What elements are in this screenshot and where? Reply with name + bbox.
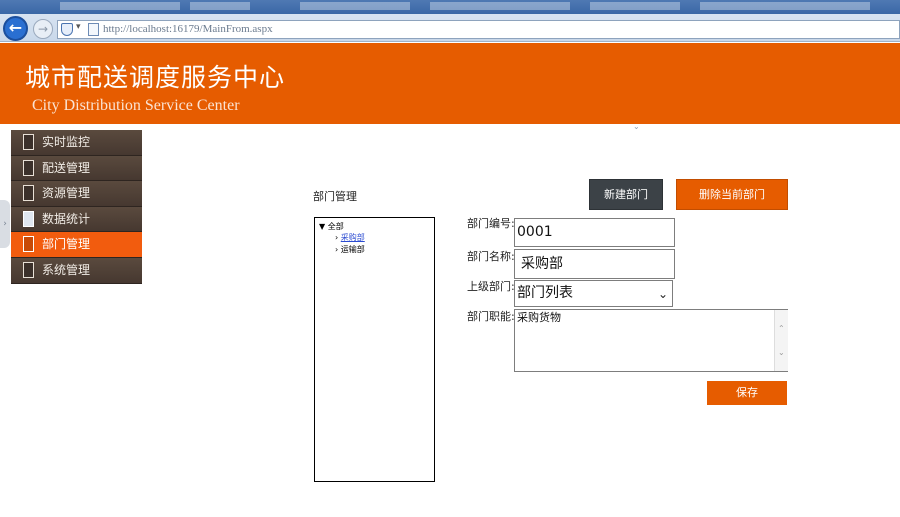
department-duty-label: 部门职能:	[467, 310, 515, 323]
parent-department-select[interactable]: 部门列表 ⌄	[514, 280, 673, 307]
department-name-label: 部门名称:	[467, 250, 515, 263]
tree-node-label[interactable]: 运输部	[341, 245, 365, 254]
page-icon	[88, 23, 99, 36]
tree-collapsed-icon[interactable]: ›	[335, 245, 338, 254]
statistics-icon	[23, 210, 34, 227]
department-duty-textarea[interactable]: 采购货物 ⌃ ⌄	[514, 309, 788, 372]
chevron-down-icon[interactable]: ▾	[76, 22, 81, 32]
sidebar-item-label: 系统管理	[42, 262, 91, 277]
department-tree: ▼ 全部 › 采购部 › 运输部	[314, 217, 435, 482]
sidebar-item-resource[interactable]: 资源管理	[11, 181, 142, 207]
delivery-icon	[23, 159, 34, 176]
sidebar-item-label: 部门管理	[42, 237, 91, 252]
address-bar[interactable]: ▾ http://localhost:16179/MainFrom.aspx	[57, 20, 900, 39]
tree-node-label[interactable]: 全部	[328, 222, 344, 231]
tree-node-purchasing[interactable]: › 采购部	[335, 232, 365, 243]
save-button[interactable]: 保存	[707, 381, 787, 405]
back-arrow-icon[interactable]: ←	[3, 16, 28, 41]
url-text[interactable]: http://localhost:16179/MainFrom.aspx	[103, 23, 273, 35]
scroll-up-icon[interactable]: ⌃	[778, 322, 785, 335]
shield-icon	[61, 23, 73, 36]
scroll-down-icon[interactable]: ⌄	[778, 346, 785, 359]
department-code-input[interactable]: 0001	[514, 218, 675, 247]
delete-department-button[interactable]: 删除当前部门	[676, 179, 788, 210]
tree-expanded-icon[interactable]: ▼	[319, 222, 325, 231]
page-title: 城市配送调度服务中心	[25, 63, 286, 92]
section-title: 部门管理	[313, 190, 357, 203]
department-name-input[interactable]: 采购部	[514, 249, 675, 279]
sidebar-item-monitor[interactable]: 实时监控	[11, 130, 142, 156]
textarea-scrollbar[interactable]: ⌃ ⌄	[774, 310, 788, 371]
sidebar-item-label: 数据统计	[42, 211, 91, 226]
sidebar-item-label: 实时监控	[42, 135, 91, 149]
department-icon	[23, 236, 34, 253]
tree-collapsed-icon[interactable]: ›	[335, 233, 338, 242]
tree-root-node[interactable]: ▼ 全部	[319, 221, 344, 232]
sidebar-item-label: 资源管理	[42, 186, 91, 201]
forward-arrow-icon[interactable]: →	[33, 19, 53, 39]
system-icon	[23, 261, 34, 278]
collapse-header-icon[interactable]: ⌄	[633, 122, 640, 131]
sidebar-item-label: 配送管理	[42, 160, 91, 175]
sidebar-item-system[interactable]: 系统管理	[11, 257, 142, 284]
monitor-icon	[23, 134, 34, 150]
department-code-label: 部门编号:	[467, 217, 515, 230]
browser-toolbar: ← → ▾ http://localhost:16179/MainFrom.as…	[0, 0, 900, 42]
sidebar-item-department[interactable]: 部门管理	[11, 232, 142, 258]
new-department-button[interactable]: 新建部门	[589, 179, 663, 210]
chevron-down-icon[interactable]: ⌄	[658, 282, 668, 307]
resource-icon	[23, 185, 34, 202]
sidebar: 实时监控 配送管理 资源管理 数据统计 部门管理 系统管理	[11, 130, 142, 284]
tree-node-transport[interactable]: › 运输部	[335, 244, 365, 255]
sidebar-item-delivery[interactable]: 配送管理	[11, 155, 142, 182]
browser-tabstrip	[0, 0, 900, 14]
textarea-value: 采购货物	[517, 311, 561, 324]
header-banner: 城市配送调度服务中心 City Distribution Service Cen…	[0, 43, 900, 124]
tree-node-label[interactable]: 采购部	[341, 233, 365, 242]
parent-department-label: 上级部门:	[467, 280, 515, 293]
select-value: 部门列表	[517, 285, 573, 301]
page-subtitle: City Distribution Service Center	[32, 97, 240, 114]
sidebar-item-statistics[interactable]: 数据统计	[11, 206, 142, 233]
sidebar-toggle-handle[interactable]: ›	[0, 200, 10, 248]
